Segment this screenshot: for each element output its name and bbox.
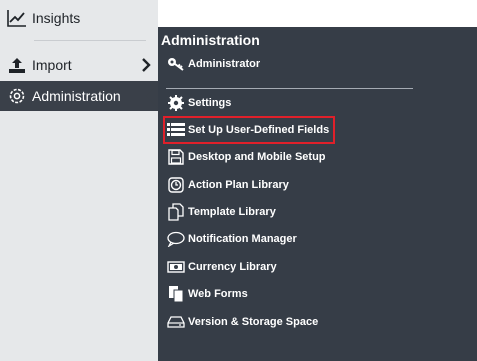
clock-icon xyxy=(166,176,186,194)
gear-icon xyxy=(6,85,28,107)
menu-item-label: Currency Library xyxy=(188,261,277,273)
sidebar-item-insights[interactable]: Insights xyxy=(0,4,158,32)
menu-item-label: Version & Storage Space xyxy=(188,316,319,328)
menu-item-label: Template Library xyxy=(188,206,276,218)
upload-icon xyxy=(6,54,28,76)
menu-item-label: Web Forms xyxy=(188,288,248,300)
chevron-right-icon xyxy=(139,56,153,74)
forms-icon xyxy=(166,285,186,303)
sidebar-item-import[interactable]: Import xyxy=(0,51,158,79)
active-pointer xyxy=(146,84,158,108)
administration-panel: Administration Administrator Settings Se… xyxy=(158,27,477,361)
menu-item-administrator[interactable]: Administrator xyxy=(166,53,260,75)
panel-divider xyxy=(166,88,413,89)
sidebar-item-label: Insights xyxy=(32,10,81,26)
menu-item-desktop-and-mobile-setup[interactable]: Desktop and Mobile Setup xyxy=(166,146,326,168)
sidebar-item-label: Administration xyxy=(32,88,121,104)
menu-item-web-forms[interactable]: Web Forms xyxy=(166,283,248,305)
sidebar-item-label: Import xyxy=(32,57,72,73)
menu-item-set-up-user-defined-fields[interactable]: Set Up User-Defined Fields xyxy=(166,119,329,141)
menu-item-action-plan-library[interactable]: Action Plan Library xyxy=(166,174,289,196)
speech-bubble-icon xyxy=(166,230,186,248)
menu-item-notification-manager[interactable]: Notification Manager xyxy=(166,228,297,250)
menu-item-label: Desktop and Mobile Setup xyxy=(188,151,326,163)
menu-item-label: Action Plan Library xyxy=(188,179,289,191)
menu-item-label: Notification Manager xyxy=(188,233,297,245)
hard-drive-icon xyxy=(166,313,186,331)
list-icon xyxy=(166,121,186,139)
sidebar-item-administration[interactable]: Administration xyxy=(0,81,158,111)
sidebar: Insights Import Administration xyxy=(0,0,158,361)
menu-item-settings[interactable]: Settings xyxy=(166,92,231,114)
menu-item-currency-library[interactable]: Currency Library xyxy=(166,256,277,278)
gear-icon xyxy=(166,94,186,112)
banknote-icon xyxy=(166,258,186,276)
sidebar-divider xyxy=(34,40,146,41)
documents-icon xyxy=(166,203,186,221)
menu-item-version-storage-space[interactable]: Version & Storage Space xyxy=(166,311,318,333)
line-chart-icon xyxy=(6,7,28,29)
panel-title: Administration xyxy=(161,32,260,48)
floppy-disk-icon xyxy=(166,148,186,166)
menu-item-template-library[interactable]: Template Library xyxy=(166,201,276,223)
menu-item-label: Set Up User-Defined Fields xyxy=(188,124,330,136)
key-icon xyxy=(166,55,186,73)
menu-item-label: Settings xyxy=(188,97,232,109)
menu-item-label: Administrator xyxy=(188,58,261,70)
